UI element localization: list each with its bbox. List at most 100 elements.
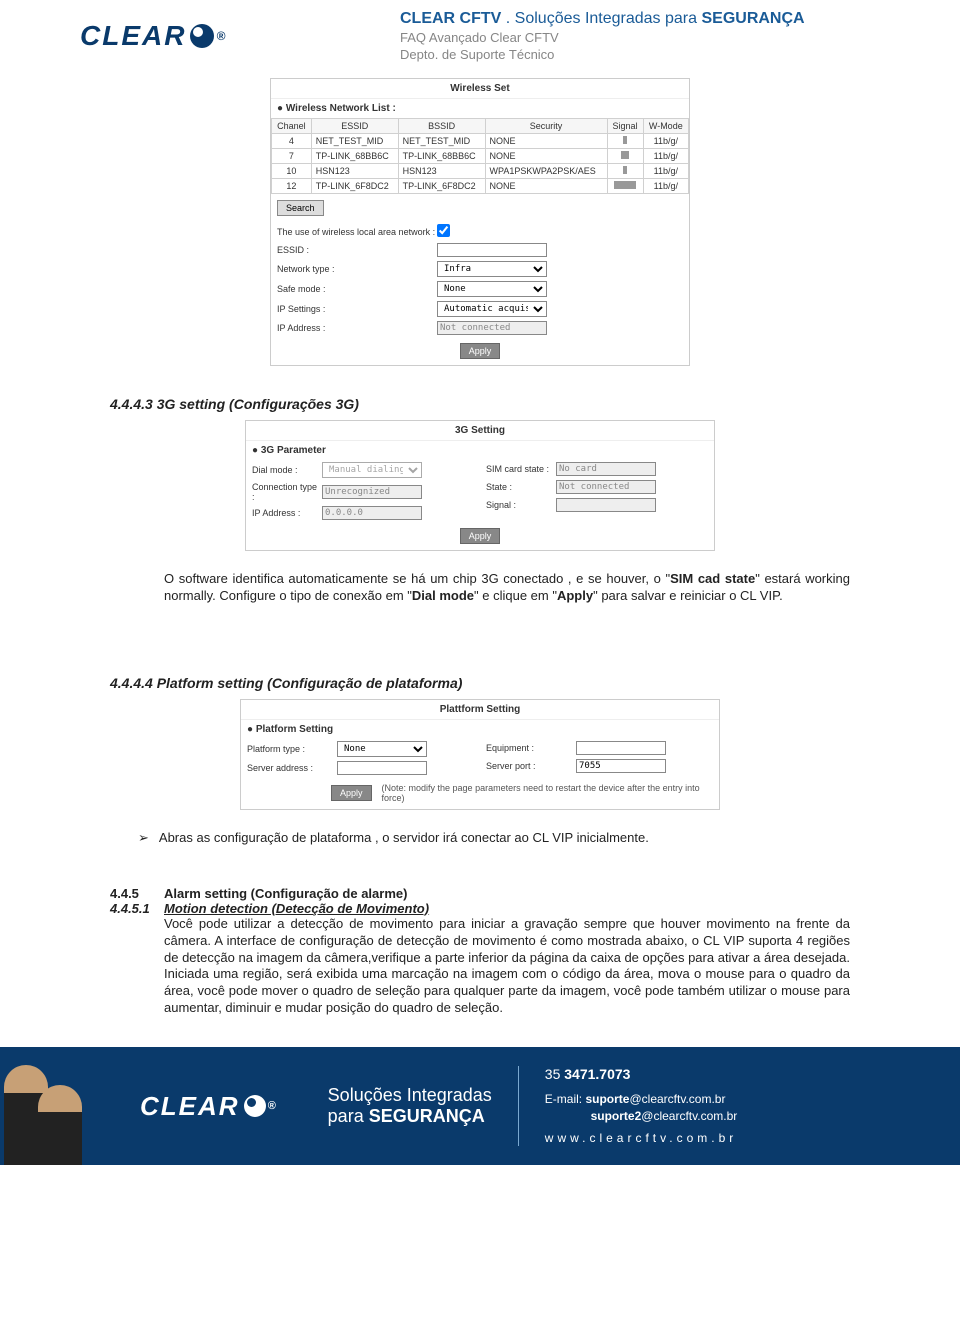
email-lbl: E-mail: [545, 1092, 586, 1106]
3g-apply-button[interactable]: Apply [460, 528, 501, 544]
motion-body: Você pode utilizar a detecção de movimen… [164, 916, 850, 1017]
email1-r: @clearcftv.com.br [629, 1092, 725, 1106]
eq-input[interactable] [576, 741, 666, 755]
table-row[interactable]: 7 TP-LINK_68BB6C TP-LINK_68BB6C NONE 11b… [272, 149, 689, 164]
p3g-1: O software identifica automaticamente se… [164, 571, 670, 586]
hdr-line3: Depto. de Suporte Técnico [400, 47, 805, 62]
page-header: CLEAR ® CLEAR CFTV . Soluções Integradas… [0, 0, 960, 72]
footer-brand-reg: ® [268, 1100, 278, 1112]
wireless-title: Wireless Set [271, 79, 689, 99]
footer-dot-icon [244, 1095, 266, 1117]
ipset-select[interactable]: Automatic acquisitio [437, 301, 547, 317]
brand-text: CLEAR [80, 20, 186, 52]
ipaddr-label: IP Address : [277, 323, 437, 333]
phone-pre: 35 [545, 1066, 564, 1082]
bullet-arrow-icon: ➢ [138, 830, 149, 846]
platform-title: Plattform Setting [241, 700, 719, 720]
table-row[interactable]: 10 HSN123 HSN123 WPA1PSKWPA2PSK/AES 11b/… [272, 164, 689, 179]
platform-apply-button[interactable]: Apply [331, 785, 372, 801]
signal-bar [607, 134, 643, 149]
hdr-title-dot: . [506, 10, 515, 27]
footer-logo: CLEAR ® [140, 1091, 278, 1122]
hdr-title-prefix: CLEAR CFTV [400, 10, 501, 27]
safe-label: Safe mode : [277, 284, 437, 294]
platform-sect-label: Platform Setting [256, 724, 333, 735]
p3g-sim: SIM cad state [670, 571, 755, 586]
logo-dot-icon [190, 24, 214, 48]
table-row[interactable]: 4 NET_TEST_MID NET_TEST_MID NONE 11b/g/ [272, 134, 689, 149]
footer-people-icon [0, 1047, 120, 1165]
3g-param-label: 3G Parameter [261, 445, 326, 456]
email2-b: suporte2 [591, 1109, 642, 1123]
safe-select[interactable]: None [437, 281, 547, 297]
header-right: CLEAR CFTV . Soluções Integradas para SE… [400, 10, 805, 62]
footer-mid: Soluções Integradas para SEGURANÇA [328, 1085, 492, 1128]
col-bssid: BSSID [398, 119, 485, 134]
3g-ip-input [322, 506, 422, 520]
nettype-select[interactable]: Infra [437, 261, 547, 277]
sim-label: SIM card state : [486, 464, 556, 474]
title-4451: Motion detection (Detecção de Movimento) [164, 901, 429, 916]
title-445: Alarm setting (Configuração de alarme) [164, 886, 407, 901]
footer-mid2-bold: SEGURANÇA [369, 1106, 485, 1126]
footer-separator [518, 1066, 519, 1146]
serv-input[interactable] [337, 761, 427, 775]
footer-mid1: Soluções Integradas [328, 1085, 492, 1107]
phone-bold: 3471.7073 [564, 1066, 630, 1082]
wireless-panel: Wireless Set ● Wireless Network List : C… [270, 78, 690, 366]
3g-signal-input [556, 498, 656, 512]
platform-note: (Note: modify the page parameters need t… [382, 783, 719, 803]
hdr-title-mid: Soluções Integradas para [515, 10, 702, 27]
dial-select[interactable]: Manual dialing [322, 462, 422, 478]
page-footer: CLEAR ® Soluções Integradas para SEGURAN… [0, 1047, 960, 1165]
footer-site: www.clearcftv.com.br [545, 1130, 737, 1147]
footer-contact: 35 3471.7073 E-mail: suporte@clearcftv.c… [545, 1065, 737, 1147]
p3g-3: " e clique em " [474, 588, 557, 603]
col-chanel: Chanel [272, 119, 312, 134]
p3g-4: " para salvar e reiniciar o CL VIP. [593, 588, 783, 603]
heading-4444: 4.4.4.4 Platform setting (Configuração d… [110, 675, 850, 691]
hdr-line2: FAQ Avançado Clear CFTV [400, 30, 805, 45]
3g-panel: 3G Setting ● 3G Parameter Dial mode :Man… [245, 420, 715, 551]
p3g-dial: Dial mode [412, 588, 474, 603]
col-essid: ESSID [311, 119, 398, 134]
use-lan-checkbox[interactable] [437, 224, 450, 237]
signal-bar [607, 179, 643, 194]
footer-mid2-pre: para [328, 1106, 369, 1126]
sim-input [556, 462, 656, 476]
footer-brand-text: CLEAR [140, 1091, 240, 1122]
col-wmode: W-Mode [643, 119, 688, 134]
brand-logo: CLEAR ® [80, 20, 280, 52]
port-input[interactable] [576, 759, 666, 773]
brand-reg: ® [216, 29, 227, 43]
use-lan-label: The use of wireless local area network : [277, 227, 437, 237]
state-label: State : [486, 482, 556, 492]
email1-b: suporte [585, 1092, 629, 1106]
search-button[interactable]: Search [277, 200, 324, 216]
hdr-title-bold: SEGURANÇA [701, 10, 804, 27]
3g-ip-label: IP Address : [252, 508, 322, 518]
conn-input [322, 485, 422, 499]
wireless-list-label: Wireless Network List : [286, 103, 396, 114]
nettype-label: Network type : [277, 264, 437, 274]
heading-4443: 4.4.4.3 3G setting (Configurações 3G) [110, 396, 850, 412]
signal-bar [607, 164, 643, 179]
p3g-apply: Apply [557, 588, 593, 603]
num-445: 4.4.5 [110, 886, 164, 901]
ipaddr-input [437, 321, 547, 335]
email2-r: @clearcftv.com.br [641, 1109, 737, 1123]
table-row[interactable]: 12 TP-LINK_6F8DC2 TP-LINK_6F8DC2 NONE 11… [272, 179, 689, 194]
num-4451: 4.4.5.1 [110, 901, 164, 916]
dial-label: Dial mode : [252, 465, 322, 475]
conn-label: Connection type : [252, 482, 322, 502]
serv-label: Server address : [247, 763, 337, 773]
ptype-select[interactable]: None [337, 741, 427, 757]
bullet-4444: Abras as configuração de plataforma , o … [159, 830, 649, 846]
col-signal: Signal [607, 119, 643, 134]
wireless-apply-button[interactable]: Apply [460, 343, 501, 359]
essid-label: ESSID : [277, 245, 437, 255]
state-input [556, 480, 656, 494]
eq-label: Equipment : [486, 743, 576, 753]
ptype-label: Platform type : [247, 744, 337, 754]
essid-input[interactable] [437, 243, 547, 257]
